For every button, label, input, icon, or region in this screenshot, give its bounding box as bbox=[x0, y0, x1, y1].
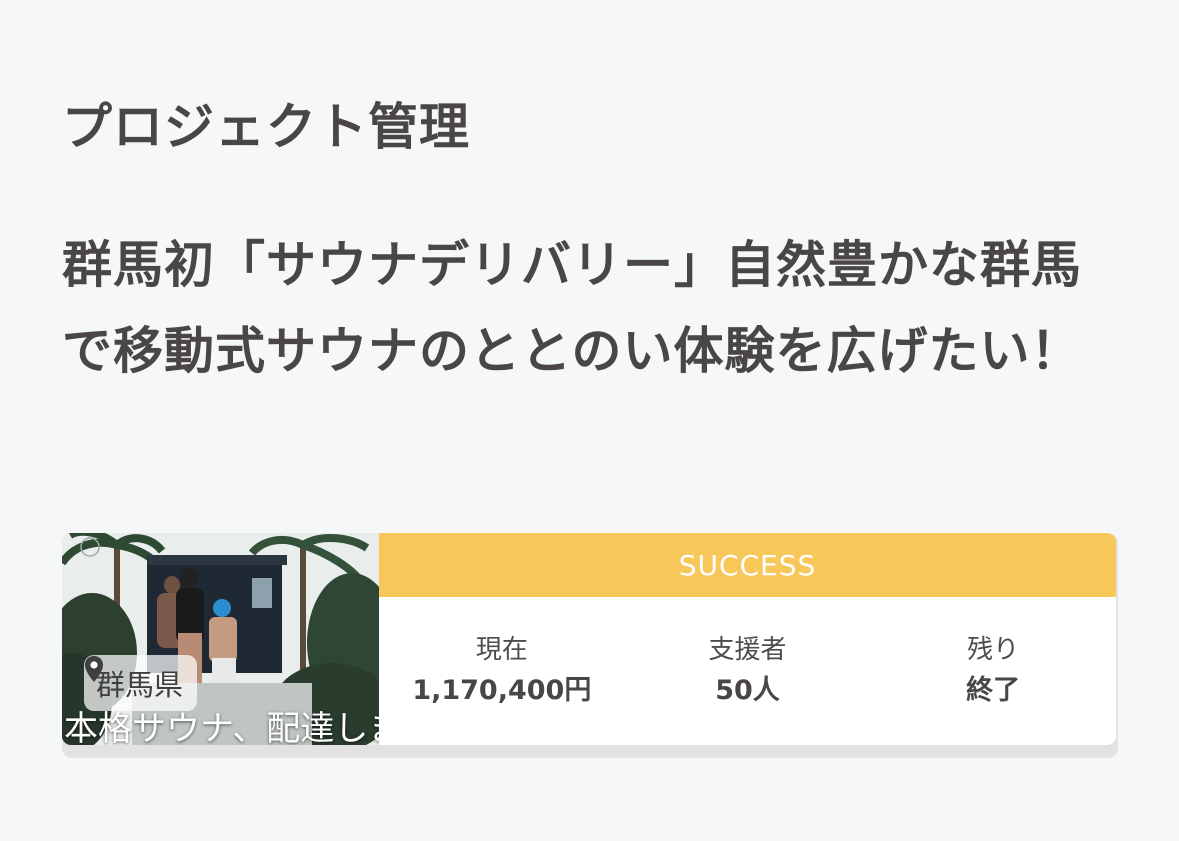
status-bar: SUCCESS bbox=[379, 533, 1116, 597]
project-thumbnail[interactable]: 群馬県 本格サウナ、配達します。 bbox=[62, 533, 379, 745]
stat-remaining-label: 残り bbox=[967, 635, 1020, 665]
stat-current-label: 現在 bbox=[475, 635, 528, 665]
location-label: 群馬県 bbox=[96, 668, 184, 702]
thumbnail-caption: 本格サウナ、配達します。 bbox=[64, 709, 379, 745]
project-stats: 現在 1,170,400円 支援者 50人 残り 終了 bbox=[379, 597, 1116, 745]
location-pin-icon bbox=[85, 656, 103, 682]
project-card[interactable]: 群馬県 本格サウナ、配達します。 SUCCESS 現在 1,170,400円 支… bbox=[62, 533, 1118, 758]
stat-current-value: 1,170,400円 bbox=[412, 675, 592, 706]
page-title: プロジェクト管理 bbox=[62, 98, 470, 156]
project-info: SUCCESS 現在 1,170,400円 支援者 50人 残り 終了 bbox=[379, 533, 1116, 745]
status-label: SUCCESS bbox=[678, 548, 817, 582]
stat-supporters: 支援者 50人 bbox=[625, 630, 871, 712]
stat-remaining-value: 終了 bbox=[966, 675, 1021, 706]
project-title[interactable]: 群馬初「サウナデリバリー」自然豊かな群馬で移動式サウナのととのい体験を広げたい！ bbox=[62, 222, 1122, 394]
stat-supporters-value: 50人 bbox=[715, 675, 780, 706]
stat-supporters-label: 支援者 bbox=[708, 635, 787, 665]
stat-current: 現在 1,170,400円 bbox=[379, 630, 625, 712]
stat-remaining: 残り 終了 bbox=[870, 630, 1116, 712]
